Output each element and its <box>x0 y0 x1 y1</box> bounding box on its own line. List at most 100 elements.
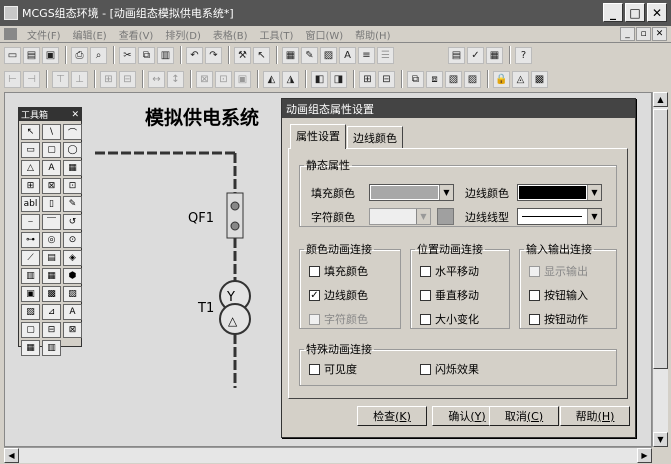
scroll-down-icon[interactable]: ▼ <box>653 432 668 447</box>
checkbox-box[interactable] <box>420 289 431 301</box>
tool-icon[interactable]: \ <box>42 124 61 140</box>
pointer-icon[interactable]: ↖ <box>253 46 270 64</box>
tool-icon[interactable]: ⊿ <box>42 304 61 320</box>
scroll-left-icon[interactable]: ◀ <box>4 448 19 463</box>
tool-icon[interactable]: ✎ <box>63 196 82 212</box>
backward-icon[interactable]: ▨ <box>464 70 481 88</box>
text-color-button[interactable] <box>437 208 454 225</box>
tool-icon[interactable]: ⊞ <box>21 178 40 194</box>
tool-icon[interactable]: ⎺ <box>42 214 61 230</box>
menu-help[interactable]: 帮助(H) <box>349 27 396 42</box>
tool-icon[interactable]: ⎯ <box>21 214 40 230</box>
palette-icon[interactable]: ▦ <box>282 46 299 64</box>
center-h-icon[interactable]: ⊞ <box>100 70 117 88</box>
font-icon[interactable]: A <box>339 46 356 64</box>
checkbox-pos_items-0[interactable]: 水平移动 <box>420 263 479 279</box>
mdi-close-button[interactable]: ✕ <box>652 27 667 41</box>
line-width-icon[interactable]: ≡ <box>358 46 375 64</box>
tool-icon[interactable]: ⊡ <box>63 178 82 194</box>
group-icon[interactable]: ⊞ <box>359 70 376 88</box>
new-icon[interactable]: ▭ <box>4 46 21 64</box>
tool-icon[interactable]: abl <box>21 196 40 212</box>
tool-icon[interactable]: ◎ <box>42 232 61 248</box>
menu-arrange[interactable]: 排列(D) <box>159 27 207 42</box>
tool-icon[interactable]: ◯ <box>63 142 82 158</box>
tool-icon[interactable]: ▤ <box>42 250 61 266</box>
line-color-select[interactable]: ▼ <box>517 184 602 201</box>
print-icon[interactable]: ⎙ <box>71 46 88 64</box>
shape-icon[interactable]: ◬ <box>512 70 529 88</box>
paste-icon[interactable]: ▥ <box>157 46 174 64</box>
scroll-thumb[interactable] <box>653 109 668 369</box>
bring-front-icon[interactable]: ⧉ <box>407 70 424 88</box>
tool-icon[interactable]: A <box>42 160 61 176</box>
tab-properties[interactable]: 属性设置 <box>290 124 346 149</box>
picture-icon[interactable]: ▩ <box>531 70 548 88</box>
properties-icon[interactable]: ▤ <box>448 46 465 64</box>
cut-icon[interactable]: ✂ <box>119 46 136 64</box>
rotate-left-icon[interactable]: ◭ <box>263 70 280 88</box>
dropdown-arrow-icon[interactable]: ▼ <box>587 209 601 224</box>
ungroup-icon[interactable]: ⊟ <box>378 70 395 88</box>
menu-edit[interactable]: 编辑(E) <box>67 27 113 42</box>
tool-icon[interactable]: ▣ <box>21 286 40 302</box>
redo-icon[interactable]: ↷ <box>205 46 222 64</box>
forward-icon[interactable]: ▧ <box>445 70 462 88</box>
help-icon[interactable]: ? <box>515 46 532 64</box>
scroll-up-icon[interactable]: ▲ <box>653 92 668 107</box>
checkbox-color_items-0[interactable]: 填充颜色 <box>309 263 368 279</box>
tool-icon[interactable]: ⌒ <box>63 124 82 140</box>
text-color-select[interactable]: ▼ <box>369 208 431 225</box>
close-button[interactable]: ✕ <box>647 3 667 22</box>
checkbox-io_items-1[interactable]: 按钮输入 <box>529 287 588 303</box>
same-height-icon[interactable]: ↕ <box>167 70 184 88</box>
tool-icon[interactable]: ▦ <box>63 160 82 176</box>
menu-view[interactable]: 查看(V) <box>113 27 160 42</box>
align-top-icon[interactable]: ⊤ <box>52 70 69 88</box>
checkbox-io_items-2[interactable]: 按钮动作 <box>529 311 588 327</box>
tool-icon[interactable]: ▯ <box>42 196 61 212</box>
checkbox-box[interactable] <box>309 363 320 375</box>
checkbox-color_items-1[interactable]: ✓ 边线颜色 <box>309 287 368 303</box>
check-icon[interactable]: ✓ <box>467 46 484 64</box>
flip-v-icon[interactable]: ◨ <box>330 70 347 88</box>
mdi-minimize-button[interactable]: _ <box>620 27 635 41</box>
checkbox-pos_items-1[interactable]: 垂直移动 <box>420 287 479 303</box>
tool-icon[interactable]: ▦ <box>21 340 40 356</box>
maximize-button[interactable]: □ <box>625 3 645 22</box>
checkbox-special_items-0[interactable]: 可见度 <box>309 361 357 377</box>
horizontal-scrollbar[interactable]: ◀ ▶ <box>4 447 652 463</box>
toolbox-close-icon[interactable]: ✕ <box>71 110 79 120</box>
checkbox-box[interactable] <box>309 265 320 277</box>
same-size-icon[interactable]: ▣ <box>234 70 251 88</box>
checkbox-box[interactable]: ✓ <box>309 289 320 301</box>
dropdown-arrow-icon[interactable]: ▼ <box>587 185 601 200</box>
tool-icon[interactable]: ⊶ <box>21 232 40 248</box>
center-v-icon[interactable]: ⊟ <box>119 70 136 88</box>
checkbox-box[interactable] <box>529 289 540 301</box>
tool-icon[interactable]: ⊠ <box>42 178 61 194</box>
checkbox-special_items-1[interactable]: 闪烁效果 <box>420 361 479 377</box>
align-right-icon[interactable]: ⊣ <box>23 70 40 88</box>
tool-icon[interactable]: △ <box>21 160 40 176</box>
line-style-select[interactable]: ▼ <box>517 208 602 225</box>
mdi-restore-button[interactable]: ▫ <box>636 27 651 41</box>
tool-icon[interactable]: ▩ <box>42 286 61 302</box>
tool-icon[interactable]: ↖ <box>21 124 40 140</box>
copy-icon[interactable]: ⧉ <box>138 46 155 64</box>
checkbox-box[interactable] <box>420 313 431 325</box>
tool-icon[interactable]: ▨ <box>63 286 82 302</box>
checkbox-box[interactable] <box>420 363 431 375</box>
line-color-icon[interactable]: ✎ <box>301 46 318 64</box>
rotate-right-icon[interactable]: ◮ <box>282 70 299 88</box>
lock-icon[interactable]: 🔒 <box>493 70 510 88</box>
dropdown-arrow-icon[interactable]: ▼ <box>439 185 453 200</box>
toolbox-icon[interactable]: ⚒ <box>234 46 251 64</box>
tool-icon[interactable]: ◈ <box>63 250 82 266</box>
print-preview-icon[interactable]: ⌕ <box>90 46 107 64</box>
tool-icon[interactable]: ⊠ <box>63 322 82 338</box>
tool-icon[interactable]: ▢ <box>21 322 40 338</box>
tool-icon[interactable]: ⊟ <box>42 322 61 338</box>
checkbox-box[interactable] <box>420 265 431 277</box>
check-button[interactable]: 检查 (K) <box>357 406 427 426</box>
